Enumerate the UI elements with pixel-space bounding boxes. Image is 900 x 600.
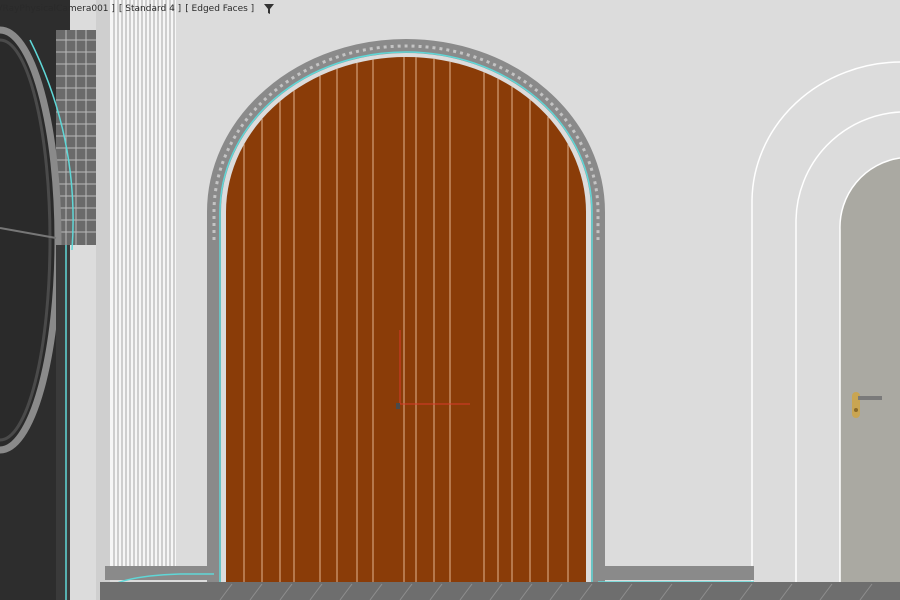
viewport-3d[interactable]: [ VRayPhysicalCamera001 ] [ Standard 4 ]…	[0, 0, 900, 600]
camera-label[interactable]: [ VRayPhysicalCamera001 ]	[0, 2, 117, 16]
scene-render[interactable]	[0, 0, 900, 600]
edges-mode-label[interactable]: [ Edged Faces ]	[183, 2, 256, 16]
shading-mode-label[interactable]: [ Standard 4 ]	[117, 2, 183, 16]
pilaster-column[interactable]	[96, 0, 176, 600]
floor	[100, 582, 900, 600]
filter-icon[interactable]	[261, 3, 277, 15]
viewport-label-bar: [ VRayPhysicalCamera001 ] [ Standard 4 ]…	[0, 2, 277, 16]
main-arched-door[interactable]	[207, 0, 605, 590]
